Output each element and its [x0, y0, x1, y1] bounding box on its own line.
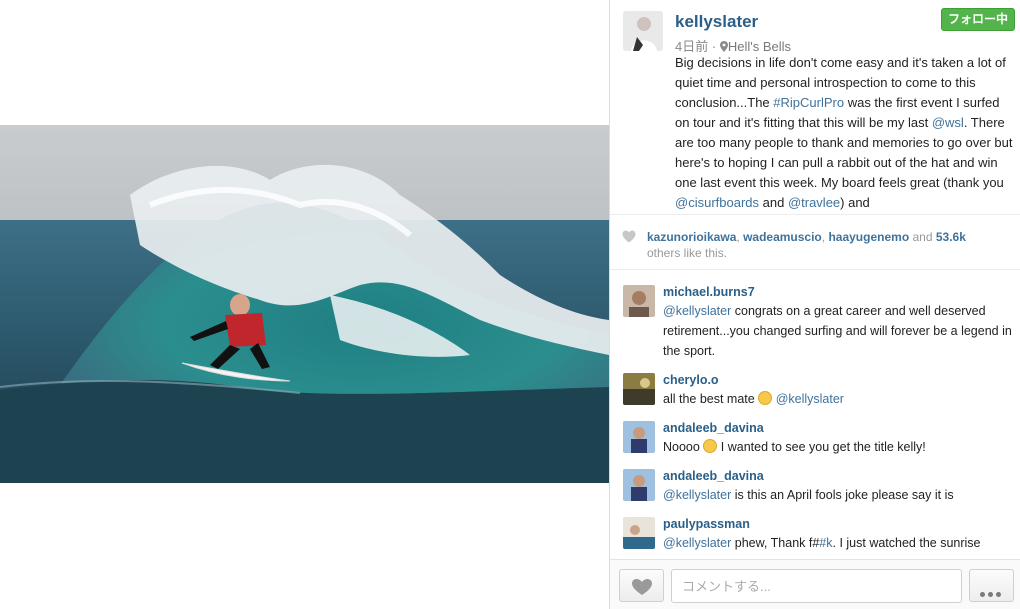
- commenter-avatar[interactable]: [623, 469, 655, 501]
- liker-username[interactable]: haayugenemo: [828, 230, 909, 244]
- comment-body: I wanted to see you get the title kelly!: [717, 440, 926, 454]
- commenter-username[interactable]: cherylo.o: [663, 373, 719, 387]
- comment-text: @kellyslater is this an April fools joke…: [663, 485, 1015, 505]
- comment-text: @kellyslater congrats on a great career …: [663, 301, 1015, 361]
- likers-comma: ,: [821, 230, 826, 244]
- commenter-username[interactable]: andaleeb_davina: [663, 421, 764, 435]
- commenter-username[interactable]: andaleeb_davina: [663, 469, 764, 483]
- caption-hashtag[interactable]: #RipCurlPro: [773, 95, 844, 110]
- post-time[interactable]: 4日前: [675, 39, 708, 54]
- comment-mention[interactable]: @kellyslater: [776, 392, 844, 406]
- comment-body: all the best mate: [663, 392, 759, 406]
- comment-mention[interactable]: @kellyslater: [663, 304, 731, 318]
- likers-comma: ,: [736, 230, 740, 244]
- author-avatar[interactable]: [623, 11, 663, 51]
- liker-username[interactable]: kazunorioikawa: [647, 230, 736, 244]
- comment-input[interactable]: [671, 569, 962, 603]
- post-location[interactable]: Hell's Bells: [728, 39, 791, 54]
- commenter-avatar[interactable]: [623, 421, 655, 453]
- comment-mention[interactable]: @kellyslater: [663, 536, 731, 550]
- comment-body: is this an April fools joke please say i…: [731, 488, 954, 502]
- comments-list[interactable]: michael.burns7 @kellyslater congrats on …: [610, 276, 1020, 559]
- like-button[interactable]: [619, 569, 664, 602]
- heart-icon: [622, 230, 636, 243]
- comment-text: all the best mate @kellyslater: [663, 389, 1015, 409]
- caption-mention[interactable]: @wsl: [932, 115, 964, 130]
- author-username[interactable]: kellyslater: [675, 12, 758, 32]
- likers-and: and: [912, 230, 933, 244]
- post-photo[interactable]: [0, 125, 609, 483]
- caption-text: and: [759, 195, 788, 210]
- comment-body: . I just watched the sunrise: [832, 536, 981, 550]
- meta-separator: ·: [711, 39, 717, 54]
- comment-footer: [610, 559, 1020, 609]
- relieved-face-emoji: [758, 391, 773, 405]
- commenter-avatar[interactable]: [623, 373, 655, 405]
- following-button[interactable]: フォロー中: [940, 8, 1015, 31]
- likers-suffix: others like this.: [647, 246, 728, 260]
- more-options-button[interactable]: [969, 569, 1014, 602]
- caption-mention[interactable]: @cisurfboards: [675, 195, 759, 210]
- commenter-avatar[interactable]: [623, 285, 655, 317]
- post-caption: Big decisions in life don't come easy an…: [675, 53, 1017, 213]
- caption-text: ) and: [840, 195, 870, 210]
- commenter-username[interactable]: paulypassman: [663, 517, 750, 531]
- comment-body: phew, Thank f#: [731, 536, 820, 550]
- comment-hashtag[interactable]: #k: [819, 536, 832, 550]
- comment-text: @kellyslater phew, Thank f##k. I just wa…: [663, 533, 1015, 553]
- caption-mention[interactable]: @travlee: [788, 195, 840, 210]
- likers-text: kazunorioikawa, wadeamuscio, haayugenemo…: [647, 229, 1012, 261]
- crying-face-emoji: [703, 439, 718, 453]
- more-dots-icon: [980, 584, 1004, 602]
- commenter-username[interactable]: michael.burns7: [663, 285, 755, 299]
- likes-count[interactable]: 53.6k: [936, 230, 966, 244]
- heart-icon: [632, 579, 652, 595]
- commenter-avatar[interactable]: [623, 517, 655, 549]
- likes-summary: kazunorioikawa, wadeamuscio, haayugenemo…: [610, 214, 1020, 270]
- liker-username[interactable]: wadeamuscio: [743, 230, 822, 244]
- photo-pane: [0, 0, 609, 609]
- post-side-panel: kellyslater フォロー中 4日前 · Hell's Bells Big…: [609, 0, 1020, 609]
- comment-mention[interactable]: @kellyslater: [663, 488, 731, 502]
- comment-body: Noooo: [663, 440, 704, 454]
- comment-text: Noooo I wanted to see you get the title …: [663, 437, 1015, 457]
- post-header: kellyslater フォロー中 4日前 · Hell's Bells Big…: [610, 0, 1020, 213]
